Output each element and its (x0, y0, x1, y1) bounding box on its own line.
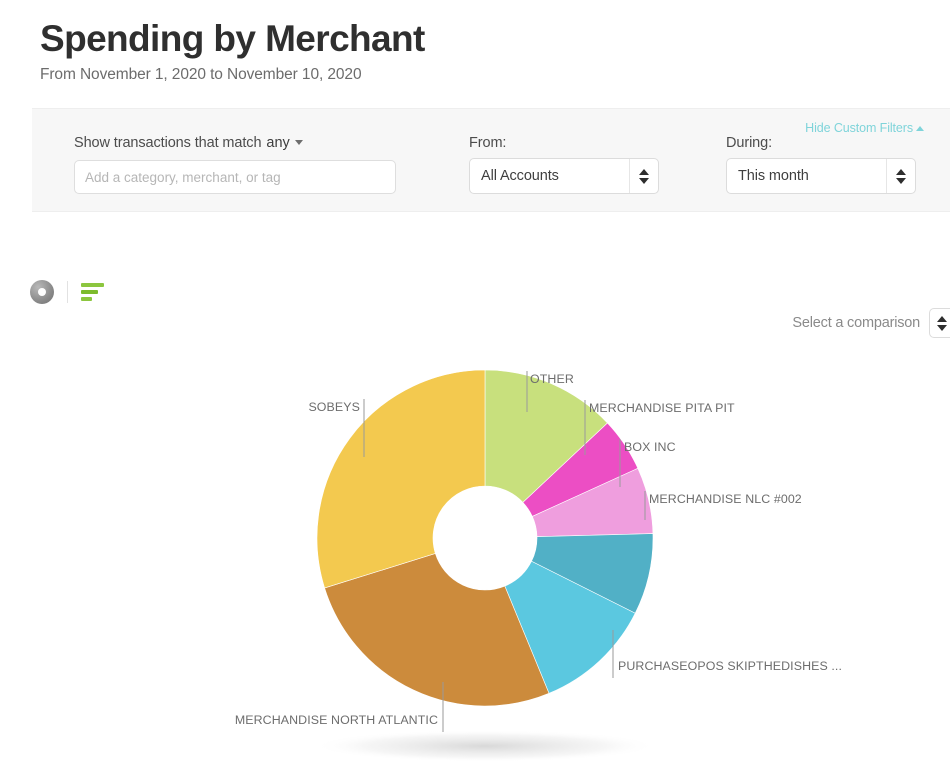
hide-custom-filters-link[interactable]: Hide Custom Filters (805, 121, 924, 135)
donut-chart: OTHER MERCHANDISE PITA PIT BOX INC MERCHAND… (0, 340, 950, 776)
filter-bar: Show transactions that match any From: A… (32, 108, 950, 213)
match-label: Show transactions that match (74, 135, 262, 152)
donut-chart-icon[interactable] (30, 280, 54, 304)
during-filter-group: During: This month (726, 135, 916, 195)
during-label: During: (726, 135, 773, 152)
period-select-value: This month (738, 168, 809, 185)
hide-custom-filters-label: Hide Custom Filters (805, 121, 913, 136)
comparison-stepper[interactable] (929, 308, 950, 338)
search-input[interactable] (74, 160, 396, 195)
from-filter-group: From: All Accounts (469, 135, 659, 195)
page-date-range: From November 1, 2020 to November 10, 20… (40, 66, 362, 84)
slice-label: SOBEYS (308, 400, 360, 414)
period-select[interactable]: This month (726, 158, 916, 195)
chevron-down-icon[interactable] (294, 140, 303, 146)
page-header: Spending by Merchant From November 1, 20… (0, 0, 950, 95)
match-type-value[interactable]: any (266, 135, 289, 151)
toolbar-divider (67, 281, 68, 303)
donut-shadow (313, 730, 657, 762)
accounts-select[interactable]: All Accounts (469, 158, 659, 195)
bar-chart-icon[interactable] (81, 281, 105, 303)
match-filter-group: Show transactions that match any (74, 135, 396, 195)
accounts-select-value: All Accounts (481, 168, 559, 185)
comparison-control: Select a comparison (792, 308, 950, 338)
match-row: Show transactions that match any (74, 135, 396, 151)
donut-slices[interactable] (316, 369, 654, 707)
comparison-label: Select a comparison (792, 315, 920, 331)
slice-label: MERCHANDISE NLC #002 (649, 492, 802, 506)
slice-label: OTHER (530, 372, 574, 386)
stepper-icon[interactable] (886, 159, 915, 194)
slice-label: MERCHANDISE NORTH ATLANTIC (235, 713, 438, 727)
chevron-up-icon (916, 126, 924, 132)
page-title: Spending by Merchant (40, 18, 425, 59)
stepper-icon[interactable] (629, 159, 658, 194)
donut-chart-svg: OTHER MERCHANDISE PITA PIT BOX INC MERCHAND… (235, 369, 842, 762)
chart-view-toggle (30, 280, 105, 304)
from-label: From: (469, 135, 507, 152)
slice-label: PURCHASEOPOS SKIPTHEDISHES ... (618, 659, 842, 673)
slice-label: BOX INC (624, 440, 676, 454)
slice-label: MERCHANDISE PITA PIT (589, 401, 735, 415)
